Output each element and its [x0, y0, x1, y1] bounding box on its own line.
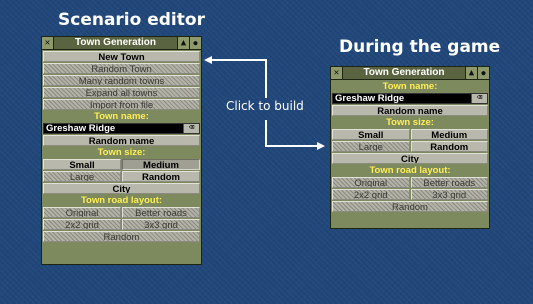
- road-original-button[interactable]: Original: [43, 207, 121, 218]
- title-bar[interactable]: ✕ Town Generation ▲ ●: [42, 37, 201, 50]
- town-name-field[interactable]: Greshaw Ridge ⌫: [43, 123, 200, 134]
- pin-icon[interactable]: ●: [477, 67, 489, 79]
- town-name-label: Town name:: [382, 81, 438, 92]
- close-icon[interactable]: ✕: [331, 67, 343, 79]
- town-name-value[interactable]: Greshaw Ridge: [333, 94, 471, 103]
- clear-text-icon[interactable]: ⌫: [471, 94, 487, 103]
- road-2x2-grid-button[interactable]: 2x2 grid: [43, 219, 121, 230]
- road-better-roads-button[interactable]: Better roads: [410, 177, 488, 188]
- window-title: Town Generation: [54, 37, 177, 49]
- city-toggle-button[interactable]: City: [43, 183, 200, 194]
- size-medium-button[interactable]: Medium: [410, 129, 488, 140]
- town-name-label: Town name:: [94, 111, 149, 122]
- town-name-value[interactable]: Greshaw Ridge: [44, 124, 183, 133]
- top-arrow-head: [204, 56, 212, 64]
- scenario-editor-heading: Scenario editor: [58, 10, 205, 30]
- top-arrow-line: [210, 59, 267, 98]
- size-random-button[interactable]: Random: [122, 171, 200, 182]
- random-town-button[interactable]: Random Town: [43, 63, 200, 74]
- road-layout-label: Town road layout:: [369, 165, 451, 176]
- bottom-arrow-head: [317, 142, 325, 150]
- town-size-label: Town size:: [97, 147, 146, 158]
- title-bar[interactable]: ✕ Town Generation ▲ ●: [331, 67, 489, 80]
- random-name-button[interactable]: Random name: [43, 135, 200, 146]
- road-3x3-grid-button[interactable]: 3x3 grid: [122, 219, 200, 230]
- road-random-button[interactable]: Random: [332, 201, 488, 212]
- shade-icon[interactable]: ▲: [465, 67, 477, 79]
- expand-all-towns-button[interactable]: Expand all towns: [43, 87, 200, 98]
- road-random-button[interactable]: Random: [43, 231, 200, 242]
- close-icon[interactable]: ✕: [42, 37, 54, 49]
- size-small-button[interactable]: Small: [332, 129, 410, 140]
- size-small-button[interactable]: Small: [43, 159, 121, 170]
- random-name-button[interactable]: Random name: [332, 105, 488, 116]
- road-2x2-grid-button[interactable]: 2x2 grid: [332, 189, 410, 200]
- size-random-button[interactable]: Random: [410, 141, 488, 152]
- many-random-towns-button[interactable]: Many random towns: [43, 75, 200, 86]
- road-original-button[interactable]: Original: [332, 177, 410, 188]
- clear-text-icon[interactable]: ⌫: [183, 124, 199, 133]
- road-better-roads-button[interactable]: Better roads: [122, 207, 200, 218]
- size-large-button[interactable]: Large: [332, 141, 410, 152]
- size-medium-button[interactable]: Medium: [122, 159, 200, 170]
- town-size-label: Town size:: [386, 117, 434, 128]
- import-from-file-button[interactable]: Import from file: [43, 99, 200, 110]
- road-layout-label: Town road layout:: [80, 195, 163, 206]
- shade-icon[interactable]: ▲: [177, 37, 189, 49]
- click-to-build-label: Click to build: [226, 99, 304, 113]
- in-game-town-window: ✕ Town Generation ▲ ● Town name: Greshaw…: [330, 66, 490, 229]
- pin-icon[interactable]: ●: [189, 37, 201, 49]
- size-large-button[interactable]: Large: [43, 171, 121, 182]
- town-name-field[interactable]: Greshaw Ridge ⌫: [332, 93, 488, 104]
- scenario-editor-town-window: ✕ Town Generation ▲ ● New Town Random To…: [41, 36, 202, 265]
- city-toggle-button[interactable]: City: [332, 153, 488, 164]
- road-3x3-grid-button[interactable]: 3x3 grid: [410, 189, 488, 200]
- during-game-heading: During the game: [339, 37, 501, 57]
- new-town-button[interactable]: New Town: [43, 51, 200, 62]
- bottom-arrow-line: [265, 120, 318, 147]
- window-title: Town Generation: [343, 67, 465, 79]
